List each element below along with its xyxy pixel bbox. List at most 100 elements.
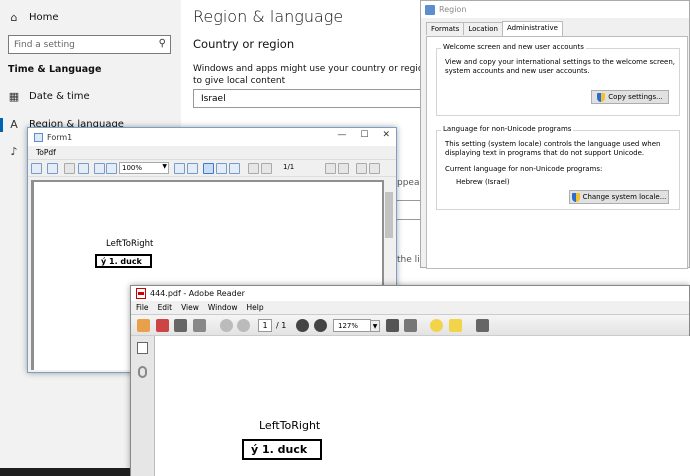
chevron-down-icon: ▼ xyxy=(162,163,167,170)
attachment-icon[interactable] xyxy=(138,366,147,378)
unicode-group: Language for non-Unicode programs This s… xyxy=(436,125,680,210)
last-page-icon[interactable] xyxy=(338,163,349,174)
create-pdf-icon[interactable] xyxy=(137,319,150,332)
prev-page-icon[interactable] xyxy=(261,163,272,174)
fit-page-icon[interactable] xyxy=(386,319,399,332)
sidebar-item-date-time[interactable]: ▦ Date & time xyxy=(8,86,90,106)
caption-buttons: — ☐ ✕ xyxy=(337,130,390,140)
copy-icon[interactable] xyxy=(64,163,75,174)
next-page-icon[interactable] xyxy=(325,163,336,174)
email-icon[interactable] xyxy=(193,319,206,332)
microphone-icon: ♪ xyxy=(10,144,18,158)
zoom-select[interactable]: 100% ▼ xyxy=(119,162,169,174)
page-indicator: 1/1 xyxy=(283,163,295,171)
zoom-select[interactable]: 127% ▼ xyxy=(333,319,380,332)
group-title: Welcome screen and new user accounts xyxy=(441,43,586,51)
page-number-input[interactable]: 1 xyxy=(258,319,272,332)
find-icon[interactable] xyxy=(78,163,89,174)
two-page-icon[interactable] xyxy=(216,163,227,174)
print-icon[interactable] xyxy=(47,163,58,174)
tab-location[interactable]: Location xyxy=(463,22,503,35)
minimize-icon[interactable]: — xyxy=(337,130,346,140)
home-icon: ⌂ xyxy=(10,10,18,24)
welcome-group: Welcome screen and new user accounts Vie… xyxy=(436,43,680,116)
sidebar-category: Time & Language xyxy=(8,64,102,75)
reader-title-bar: 444.pdf - Adobe Reader xyxy=(131,286,689,301)
tab-strip: Formats Location Administrative xyxy=(426,21,563,36)
globe-icon xyxy=(425,4,435,15)
menu-item-help[interactable]: Help xyxy=(246,303,263,312)
layout-icon[interactable] xyxy=(229,163,240,174)
close-icon[interactable]: ✕ xyxy=(382,130,390,140)
group-text: View and copy your international setting… xyxy=(445,58,675,75)
reader-navigation-pane xyxy=(131,336,155,476)
shield-icon xyxy=(571,192,580,202)
dialog-title-bar: Region xyxy=(421,1,689,18)
group-text: This setting (system locale) controls th… xyxy=(445,140,661,157)
menu-item-edit[interactable]: Edit xyxy=(158,303,173,312)
form1-menu-bar: ToPdf xyxy=(28,146,396,159)
menu-item-topdf[interactable]: ToPdf xyxy=(36,148,56,157)
pdf-icon xyxy=(136,288,146,299)
section-description: Windows and apps might use your country … xyxy=(193,64,430,86)
shield-icon xyxy=(597,92,606,102)
zoom-out-icon[interactable] xyxy=(106,163,117,174)
menu-item-window[interactable]: Window xyxy=(208,303,238,312)
section-title: Country or region xyxy=(193,37,295,51)
menu-item-file[interactable]: File xyxy=(136,303,149,312)
page-label: LeftToRight xyxy=(259,419,321,432)
page-label: LeftToRight xyxy=(106,239,154,249)
maximize-icon[interactable]: ☐ xyxy=(360,130,368,140)
fit-width-icon[interactable] xyxy=(174,163,185,174)
current-language-value: Hebrew (Israel) xyxy=(456,178,510,186)
refresh-icon[interactable] xyxy=(369,163,380,174)
copy-settings-button[interactable]: Copy settings... xyxy=(591,90,669,104)
comment-icon[interactable] xyxy=(430,319,443,332)
menu-item-view[interactable]: View xyxy=(181,303,199,312)
adobe-reader-window: 444.pdf - Adobe Reader File Edit View Wi… xyxy=(130,285,690,476)
reader-document-area: LeftToRight ý 1. duck xyxy=(155,336,690,476)
chevron-down-icon: ▼ xyxy=(370,320,380,332)
stop-icon[interactable] xyxy=(356,163,367,174)
fit-width-icon[interactable] xyxy=(404,319,417,332)
reader-toolbar: 1 / 1 127% ▼ xyxy=(131,314,689,336)
tab-administrative[interactable]: Administrative xyxy=(501,21,563,36)
tab-panel: Welcome screen and new user accounts Vie… xyxy=(426,36,688,269)
change-system-locale-button[interactable]: Change system locale... xyxy=(569,190,669,204)
prev-page-icon[interactable] xyxy=(220,319,233,332)
zoom-in-icon[interactable] xyxy=(94,163,105,174)
zoom-in-icon[interactable] xyxy=(314,319,327,332)
app-icon xyxy=(34,132,43,142)
full-screen-icon[interactable] xyxy=(476,319,489,332)
search-icon: ⚲ xyxy=(158,38,166,49)
page-textbox: ý 1. duck xyxy=(95,254,152,268)
form1-title-bar: Form1 — ☐ ✕ xyxy=(28,128,396,146)
zoom-out-icon[interactable] xyxy=(296,319,309,332)
reader-menu-bar: File Edit View Window Help xyxy=(131,301,689,314)
calendar-icon: ▦ xyxy=(8,89,20,103)
country-select[interactable]: Israel xyxy=(193,89,428,108)
taskbar-edge xyxy=(0,468,130,476)
pages-icon[interactable] xyxy=(137,342,148,354)
single-page-icon[interactable] xyxy=(203,163,214,174)
page-count: / 1 xyxy=(276,321,287,330)
form1-toolbar: 100% ▼ 1/1 xyxy=(28,159,396,177)
page-textbox: ý 1. duck xyxy=(242,439,322,460)
language-icon: A xyxy=(10,117,18,131)
sidebar-item-home[interactable]: ⌂ Home xyxy=(8,7,59,27)
next-page-icon[interactable] xyxy=(237,319,250,332)
save-icon[interactable] xyxy=(156,319,169,332)
selection-indicator xyxy=(0,118,3,132)
tab-formats[interactable]: Formats xyxy=(426,22,465,35)
fit-page-icon[interactable] xyxy=(187,163,198,174)
region-dialog: Region Formats Location Administrative W… xyxy=(420,0,690,269)
page-title: Region & language xyxy=(193,7,344,26)
first-page-icon[interactable] xyxy=(248,163,259,174)
sign-icon[interactable] xyxy=(449,319,462,332)
scrollbar-thumb[interactable] xyxy=(385,192,393,238)
print-icon[interactable] xyxy=(174,319,187,332)
search-input[interactable]: Find a setting ⚲ xyxy=(8,35,171,54)
group-title: Language for non-Unicode programs xyxy=(441,125,574,133)
open-icon[interactable] xyxy=(31,163,42,174)
current-language-label: Current language for non-Unicode program… xyxy=(445,165,603,173)
